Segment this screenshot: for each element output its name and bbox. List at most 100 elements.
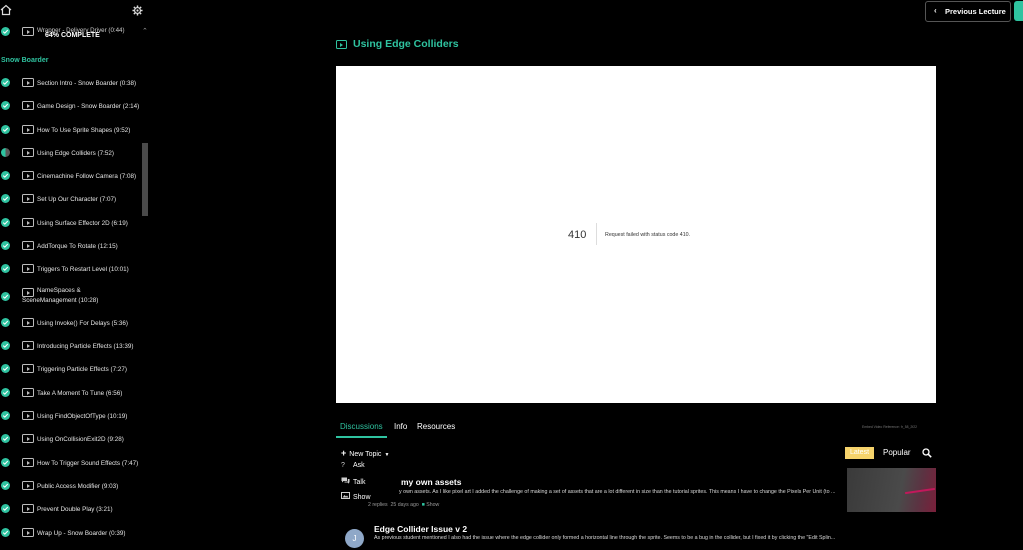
- lecture-item[interactable]: Triggers To Restart Level (10:01): [0, 260, 142, 282]
- check-icon: [1, 318, 10, 327]
- topic-type: Show: [426, 502, 440, 508]
- lecture-title: Take A Moment To Tune (6:56): [37, 390, 123, 397]
- lecture-item[interactable]: Game Design - Snow Boarder (2:14): [0, 97, 142, 119]
- progress-half-icon: [1, 148, 10, 157]
- video-icon: [22, 481, 34, 490]
- lecture-item[interactable]: Using OnCollisionExit2D (9:28): [0, 430, 142, 452]
- check-icon: [1, 292, 10, 301]
- video-icon: [22, 194, 34, 203]
- tab-info[interactable]: Info: [394, 422, 407, 431]
- chevron-left-icon: ‹: [934, 6, 937, 15]
- topic-thumbnail[interactable]: [847, 468, 936, 512]
- lecture-item[interactable]: How To Trigger Sound Effects (7:47): [0, 454, 142, 476]
- lecture-title: How To Trigger Sound Effects (7:47): [37, 460, 139, 467]
- video-icon: [22, 125, 34, 134]
- error-code: 410: [568, 229, 587, 241]
- check-icon: [1, 458, 10, 467]
- sidebar-top-bar: [0, 0, 151, 22]
- lecture-item[interactable]: Using Edge Colliders (7:52): [0, 144, 142, 166]
- lecture-title: Introducing Particle Effects (13:39): [37, 343, 134, 350]
- new-topic-label: New Topic: [349, 451, 382, 458]
- video-icon: [22, 101, 34, 110]
- check-icon: [1, 78, 10, 87]
- topic-title: my own assets: [401, 477, 462, 487]
- lecture-item[interactable]: Introducing Particle Effects (13:39): [0, 337, 142, 359]
- lecture-item[interactable]: Using FindObjectOfType (10:19): [0, 407, 142, 429]
- video-icon: [22, 458, 34, 467]
- lecture-title: Using Invoke() For Delays (5:36): [37, 320, 128, 327]
- previous-lecture-button[interactable]: ‹ Previous Lecture: [925, 1, 1011, 22]
- lecture-item[interactable]: Triggering Particle Effects (7:27): [0, 360, 142, 382]
- check-icon: [1, 264, 10, 273]
- check-icon: [1, 504, 10, 513]
- video-icon: [22, 78, 34, 87]
- lecture-title: Using FindObjectOfType (10:19): [37, 413, 128, 420]
- lecture-title: Public Access Modifier (9:03): [37, 483, 119, 490]
- video-icon: [22, 411, 34, 420]
- lecture-title: Using OnCollisionExit2D (9:28): [37, 436, 124, 443]
- lecture-item[interactable]: Using Surface Effector 2D (6:19): [0, 214, 142, 236]
- video-icon: [22, 434, 34, 443]
- progress-label: 64% COMPLETE: [45, 32, 100, 39]
- video-icon: [22, 148, 34, 157]
- lecture-item[interactable]: Public Access Modifier (9:03): [0, 477, 142, 499]
- tab-resources[interactable]: Resources: [417, 422, 455, 431]
- gear-icon[interactable]: [132, 5, 143, 16]
- lecture-item[interactable]: NameSpaces & SceneManagement (10:28): [0, 284, 142, 312]
- lecture-item[interactable]: Cinemachine Follow Camera (7:08): [0, 167, 142, 189]
- sidebar-scrollbar[interactable]: [142, 143, 148, 216]
- lecture-title: NameSpaces & SceneManagement (10:28): [22, 287, 99, 304]
- lecture-item[interactable]: Wrap Up - Snow Boarder (0:39): [0, 524, 142, 546]
- active-tab-indicator: [336, 436, 387, 438]
- discussion-topic[interactable]: my own assets y own assets. As I like pi…: [336, 468, 936, 514]
- lecture-item[interactable]: Take A Moment To Tune (6:56): [0, 384, 142, 406]
- lecture-item[interactable]: Set Up Our Character (7:07): [0, 190, 142, 212]
- lecture-item[interactable]: Prevent Double Play (3:21): [0, 500, 142, 522]
- section-title: Snow Boarder: [1, 57, 49, 64]
- check-icon: [1, 101, 10, 110]
- chevron-up-icon[interactable]: ⌃: [142, 27, 148, 35]
- lecture-title: Game Design - Snow Boarder (2:14): [37, 103, 140, 110]
- home-icon[interactable]: [0, 4, 12, 16]
- video-icon: [22, 388, 34, 397]
- video-icon: [22, 318, 34, 327]
- menu-item-ask[interactable]: ? Ask: [341, 462, 365, 469]
- avatar: J: [345, 529, 364, 548]
- thumbnail-line: [905, 487, 935, 495]
- error-divider: [596, 223, 597, 245]
- check-icon: [1, 218, 10, 227]
- lecture-item[interactable]: AddTorque To Rotate (12:15): [0, 237, 142, 259]
- lecture-item[interactable]: Using Invoke() For Delays (5:36): [0, 314, 142, 336]
- topic-age: 25 days ago: [390, 502, 419, 508]
- course-sidebar: Wrapper - Delivery Driver (0:44) 64% COM…: [0, 0, 151, 550]
- check-icon: [1, 411, 10, 420]
- check-icon: [1, 528, 10, 537]
- topic-title: Edge Collider Issue v 2: [374, 524, 468, 534]
- lecture-title: Set Up Our Character (7:07): [37, 196, 117, 203]
- lecture-title: Using Edge Colliders (7:52): [37, 150, 114, 157]
- video-icon: [22, 27, 34, 36]
- error-message: Request failed with status code 410.: [605, 232, 691, 238]
- video-player[interactable]: 410 Request failed with status code 410.: [336, 66, 936, 403]
- topic-replies: 2 replies: [368, 502, 388, 508]
- page-title: Using Edge Colliders: [353, 38, 459, 50]
- sort-latest-button[interactable]: Latest: [845, 447, 874, 459]
- next-lecture-button[interactable]: [1014, 1, 1023, 21]
- course-progress-row[interactable]: Wrapper - Delivery Driver (0:44) 64% COM…: [0, 24, 151, 40]
- sort-popular-button[interactable]: Popular: [883, 448, 911, 457]
- lecture-item[interactable]: Section Intro - Snow Boarder (0:38): [0, 74, 142, 96]
- tab-discussions[interactable]: Discussions: [340, 422, 383, 431]
- check-icon: [1, 171, 10, 180]
- plus-icon: +: [341, 448, 347, 458]
- caret-down-icon: ▼: [384, 452, 390, 458]
- topic-type-dot: ■: [421, 502, 425, 508]
- video-icon: [22, 171, 34, 180]
- search-icon[interactable]: [922, 448, 932, 458]
- check-icon: [1, 481, 10, 490]
- lecture-title: AddTorque To Rotate (12:15): [37, 243, 118, 250]
- lecture-title: Section Intro - Snow Boarder (0:38): [37, 80, 137, 87]
- lecture-item[interactable]: How To Use Sprite Shapes (9:52): [0, 121, 142, 143]
- new-topic-button[interactable]: + New Topic ▼: [341, 448, 389, 458]
- topic-meta: 2 replies 25 days ago ■ Show: [368, 502, 439, 508]
- discussion-topic[interactable]: J Edge Collider Issue v 2 As previous st…: [336, 522, 936, 550]
